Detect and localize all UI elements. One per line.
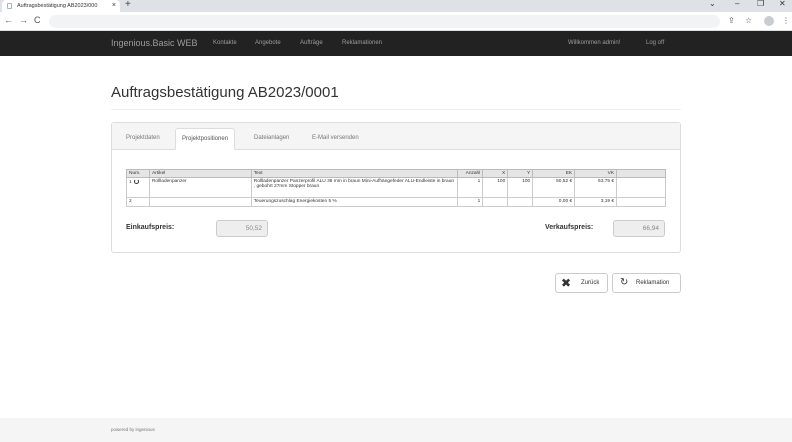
cell-ek: 50,52 € <box>532 177 576 198</box>
browser-toolbar: ← → C ⇪ ☆ ◧ ⋮ <box>0 12 792 31</box>
share-icon[interactable]: ⇪ <box>728 16 735 25</box>
cell-text: Teuerungszuschlag Energiekosten 5 % <box>250 197 459 207</box>
nav-logout-link[interactable]: Log off <box>646 31 664 56</box>
page-title: Auftragsbestätigung AB2023/0001 <box>111 84 339 101</box>
cell-num: 2 <box>126 197 150 207</box>
cell-y: 100 <box>507 177 534 198</box>
col-header-y[interactable]: Y <box>507 169 534 178</box>
back-button-label: Zurück <box>581 280 600 286</box>
positions-table: Num. Artikel Text Anzahl X Y EK VK 1 Rol… <box>126 169 666 207</box>
einkaufspreis-label: Einkaufspreis: <box>126 224 175 231</box>
refresh-icon: ↻ <box>620 277 629 288</box>
nav-welcome-link[interactable]: Willkommen admin! <box>568 31 620 56</box>
reklamation-button[interactable]: ↻ Reklamation <box>612 273 681 293</box>
col-header-text[interactable]: Text <box>250 169 459 178</box>
cell-anzahl: 1 <box>457 177 484 198</box>
table-row[interactable]: 1 Rollladenpanzer Rollladenpanzer Panzer… <box>126 177 666 198</box>
col-header-extra <box>616 169 666 178</box>
cell-x: 100 <box>482 177 509 198</box>
browser-tab-strip: Auftragsbestätigung AB2023/000 × + ⌄ – ❐… <box>0 0 792 12</box>
new-tab-icon[interactable]: + <box>125 0 131 10</box>
col-header-anzahl[interactable]: Anzahl <box>457 169 484 178</box>
cell-artikel <box>148 197 252 207</box>
table-header-row: Num. Artikel Text Anzahl X Y EK VK <box>126 169 666 178</box>
cell-vk: 63,75 € <box>574 177 618 198</box>
table-row[interactable]: 2 Teuerungszuschlag Energiekosten 5 % 1 … <box>126 197 666 207</box>
tab-dateianlagen[interactable]: Dateianlagen <box>248 128 295 150</box>
browser-menu-icon[interactable]: ⋮ <box>782 16 790 25</box>
col-header-ek[interactable]: EK <box>532 169 576 178</box>
tab-email-versenden[interactable]: E-Mail versenden <box>306 128 365 150</box>
cell-vk: 3,19 € <box>574 197 618 207</box>
cell-extra <box>616 197 666 207</box>
minimize-icon[interactable]: – <box>735 0 739 8</box>
nav-link-kontakte[interactable]: Kontakte <box>213 31 237 56</box>
window-close-icon[interactable]: ✕ <box>779 0 786 8</box>
cell-anzahl: 1 <box>457 197 484 207</box>
nav-link-angebote[interactable]: Angebote <box>255 31 281 56</box>
col-header-x[interactable]: X <box>482 169 509 178</box>
cell-x <box>482 197 509 207</box>
col-header-num[interactable]: Num. <box>126 169 150 178</box>
verkaufspreis-label: Verkaufspreis: <box>545 224 594 231</box>
cell-extra <box>616 177 666 198</box>
cell-text: Rollladenpanzer Panzerprofil ALU 36 mm i… <box>250 177 459 198</box>
app-navbar: Ingenious.Basic WEB Kontakte Angebote Au… <box>0 31 792 56</box>
browser-tab-title: Auftragsbestätigung AB2023/000 <box>17 3 98 9</box>
tab-projektpositionen[interactable]: Projektpositionen <box>175 128 236 150</box>
reklamation-button-label: Reklamation <box>636 280 670 286</box>
tab-close-icon[interactable]: × <box>112 0 116 12</box>
col-header-artikel[interactable]: Artikel <box>148 169 252 178</box>
close-x-icon: ✖ <box>561 276 572 290</box>
page-favicon-icon <box>7 3 12 9</box>
profile-avatar-icon[interactable] <box>764 16 774 26</box>
cell-num: 1 <box>126 177 150 198</box>
tab-projektdaten[interactable]: Projektdaten <box>120 128 166 150</box>
back-arrow-icon[interactable]: ← <box>4 15 13 25</box>
cell-y <box>507 197 534 207</box>
nav-link-auftraege[interactable]: Aufträge <box>300 31 323 56</box>
maximize-icon[interactable]: ❐ <box>757 0 764 8</box>
tab-search-chevron-icon[interactable]: ⌄ <box>709 0 716 8</box>
nav-link-reklamationen[interactable]: Reklamationen <box>342 31 382 56</box>
app-brand[interactable]: Ingenious.Basic WEB <box>111 31 198 56</box>
verkaufspreis-field: 66,94 <box>613 220 665 237</box>
reload-icon[interactable]: C <box>34 15 41 25</box>
forward-arrow-icon[interactable]: → <box>19 15 28 25</box>
title-divider <box>111 109 681 110</box>
address-bar[interactable] <box>49 15 720 28</box>
browser-tab[interactable]: Auftragsbestätigung AB2023/000 × <box>2 0 120 12</box>
page-footer: powered by ingenious <box>0 418 792 442</box>
cell-ek: 0,00 € <box>532 197 576 207</box>
panel-tab-bar: Projektdaten Projektpositionen Dateianla… <box>112 123 680 150</box>
back-button[interactable]: ✖ Zurück <box>555 273 608 293</box>
bookmark-star-icon[interactable]: ☆ <box>745 16 752 25</box>
col-header-vk[interactable]: VK <box>574 169 618 178</box>
footer-text: powered by ingenious <box>111 427 155 432</box>
cell-artikel: Rollladenpanzer <box>148 177 252 198</box>
einkaufspreis-field: 50,52 <box>216 220 268 237</box>
reload-icon[interactable] <box>133 179 139 184</box>
